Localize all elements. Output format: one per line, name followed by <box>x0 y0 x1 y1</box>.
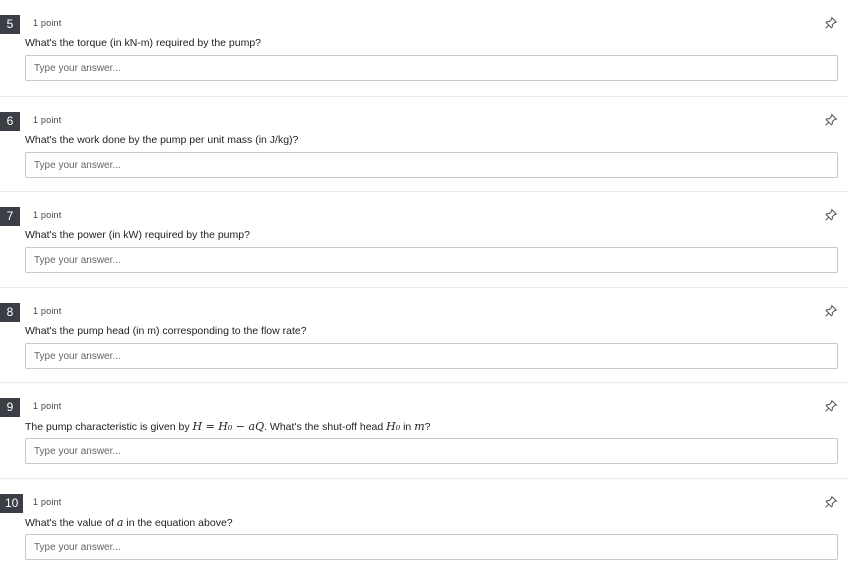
text-segment: . What's the shut-off head <box>264 421 387 433</box>
pin-icon[interactable] <box>824 113 838 127</box>
unit: m <box>414 420 425 433</box>
answer-input[interactable] <box>25 152 838 178</box>
question-text: What's the torque (in kN-m) required by … <box>25 37 262 49</box>
question-points: 1 point <box>33 401 62 411</box>
question-points: 1 point <box>33 497 62 507</box>
question-number: 7 <box>0 207 20 226</box>
question-text: What's the value of a in the equation ab… <box>25 516 233 529</box>
pin-icon[interactable] <box>824 208 838 222</box>
question-text: What's the pump head (in m) correspondin… <box>25 325 307 337</box>
text-segment: in <box>400 421 415 433</box>
text-segment: in the equation above? <box>123 517 233 529</box>
answer-input[interactable] <box>25 534 838 560</box>
question-number: 9 <box>0 398 20 417</box>
question-number: 10 <box>0 494 24 513</box>
text-segment: The pump characteristic is given by <box>25 421 193 433</box>
equation: H = H₀ − aQ <box>192 420 265 433</box>
pin-icon[interactable] <box>824 304 838 318</box>
question-points: 1 point <box>33 18 62 28</box>
pin-icon[interactable] <box>824 495 838 509</box>
variable: H₀ <box>386 420 401 433</box>
answer-input[interactable] <box>25 247 838 273</box>
text-segment: ? <box>424 421 431 433</box>
answer-input[interactable] <box>25 438 838 464</box>
question-number: 8 <box>0 303 20 322</box>
question-points: 1 point <box>33 115 62 125</box>
question-text: What's the work done by the pump per uni… <box>25 134 299 146</box>
question-10: 10 1 point What's the value of a in the … <box>0 478 848 573</box>
question-6: 6 1 point What's the work done by the pu… <box>0 96 848 191</box>
answer-input[interactable] <box>25 55 838 81</box>
question-7: 7 1 point What's the power (in kW) requi… <box>0 191 848 286</box>
answer-input[interactable] <box>25 343 838 369</box>
question-9: 9 1 point The pump characteristic is giv… <box>0 382 848 477</box>
question-8: 8 1 point What's the pump head (in m) co… <box>0 287 848 382</box>
text-segment: What's the value of <box>25 517 117 529</box>
question-5: 5 1 point What's the torque (in kN-m) re… <box>0 0 848 95</box>
question-number: 6 <box>0 112 20 131</box>
question-text: The pump characteristic is given by H = … <box>25 420 430 433</box>
question-number: 5 <box>0 15 20 34</box>
pin-icon[interactable] <box>824 16 838 30</box>
question-points: 1 point <box>33 306 62 316</box>
question-points: 1 point <box>33 210 62 220</box>
question-text: What's the power (in kW) required by the… <box>25 229 250 241</box>
pin-icon[interactable] <box>824 399 838 413</box>
